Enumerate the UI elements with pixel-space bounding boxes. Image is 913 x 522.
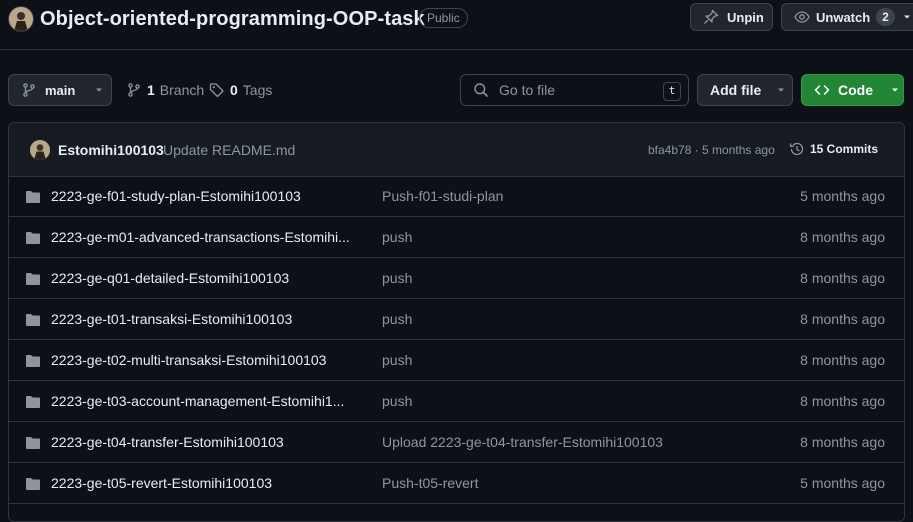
tags-link[interactable]: 0 Tags <box>209 82 272 98</box>
unpin-button[interactable]: Unpin <box>690 3 773 31</box>
git-branch-icon <box>21 82 37 98</box>
file-commit-message-link[interactable]: push <box>382 229 412 245</box>
table-row[interactable]: 2223-ge-t01-transaksi-Estomihi100103 push… <box>9 299 904 340</box>
file-commit-message-link[interactable]: push <box>382 393 412 409</box>
file-commit-age: 8 months ago <box>800 229 885 245</box>
add-file-button[interactable]: Add file <box>697 74 793 106</box>
file-commit-age: 5 months ago <box>800 475 885 491</box>
branch-name: main <box>45 82 76 98</box>
unwatch-button[interactable]: Unwatch 2 <box>781 3 913 31</box>
git-branch-icon <box>126 82 142 98</box>
table-row[interactable]: 2223-ge-q01-detailed-Estomihi100103 push 8… <box>9 258 904 299</box>
file-name-link[interactable]: 2223-ge-t03-account-management-Estomihi1… <box>51 393 344 409</box>
file-commit-age: 8 months ago <box>800 393 885 409</box>
file-commit-age: 8 months ago <box>800 352 885 368</box>
table-row[interactable]: 2223-ge-t03-account-management-Estomihi1… <box>9 381 904 422</box>
eye-icon <box>794 9 810 25</box>
folder-icon <box>25 435 41 451</box>
add-file-label: Add file <box>710 82 762 98</box>
file-commit-message-link[interactable]: push <box>382 270 412 286</box>
file-name-link[interactable]: 2223-ge-t05-revert-Estomihi100103 <box>51 475 272 491</box>
file-commit-message-link[interactable]: Upload 2223-ge-t04-transfer-Estomihi1001… <box>382 434 663 450</box>
owner-avatar[interactable] <box>8 6 34 32</box>
branches-link[interactable]: 1 Branch <box>126 82 204 98</box>
chevron-down-icon <box>901 11 913 23</box>
watch-count: 2 <box>876 8 895 26</box>
file-commit-message-link[interactable]: push <box>382 352 412 368</box>
go-to-file-search[interactable]: t <box>460 74 689 106</box>
code-label: Code <box>838 82 873 98</box>
table-row[interactable]: 2223-ge-t04-transfer-Estomihi100103 Uploa… <box>9 422 904 463</box>
history-icon <box>789 141 805 157</box>
file-name-link[interactable]: 2223-ge-q01-detailed-Estomihi100103 <box>51 270 289 286</box>
search-icon <box>473 82 489 98</box>
file-name-link[interactable]: 2223-ge-t04-transfer-Estomihi100103 <box>51 434 284 450</box>
avatar-image <box>9 7 33 31</box>
commits-history-link[interactable]: 15 Commits <box>789 141 878 157</box>
tag-icon <box>209 82 225 98</box>
file-name-link[interactable]: 2223-ge-m01-advanced-transactions-Estomi… <box>51 229 350 245</box>
file-name-link[interactable]: 2223-ge-f01-study-plan-Estomihi100103 <box>51 188 301 204</box>
table-row[interactable]: 2223-ge-m01-advanced-transactions-Estomi… <box>9 217 904 258</box>
folder-icon <box>25 230 41 246</box>
chevron-down-icon <box>889 84 901 96</box>
file-commit-age: 8 months ago <box>800 434 885 450</box>
file-table: Estomihi100103 Update README.md bfa4b78 … <box>8 122 905 522</box>
file-commit-message-link[interactable]: push <box>382 311 412 327</box>
file-name-link[interactable]: 2223-ge-t01-transaksi-Estomihi100103 <box>51 311 292 327</box>
unwatch-label: Unwatch <box>816 9 871 25</box>
commit-message-link[interactable]: Update README.md <box>163 142 295 158</box>
repo-title[interactable]: Object-oriented-programming-OOP-task <box>40 5 425 33</box>
visibility-badge: Public <box>419 8 468 28</box>
file-name-link[interactable]: 2223-ge-t02-multi-transaksi-Estomihi1001… <box>51 352 326 368</box>
avatar-image <box>30 140 50 160</box>
keyboard-shortcut-hint: t <box>663 82 681 101</box>
file-commit-age: 5 months ago <box>800 188 885 204</box>
table-row[interactable]: 2223-ge-t02-multi-transaksi-Estomihi1001… <box>9 340 904 381</box>
latest-commit-bar: Estomihi100103 Update README.md bfa4b78 … <box>9 123 904 177</box>
tag-count: 0 <box>230 82 238 98</box>
avatar[interactable] <box>30 140 50 160</box>
chevron-down-icon <box>775 84 787 96</box>
table-row[interactable]: 2223-ge-f01-study-plan-Estomihi100103 Pus… <box>9 176 904 217</box>
branch-select-button[interactable]: main <box>8 74 112 106</box>
header-divider <box>0 49 913 50</box>
code-icon <box>814 82 830 98</box>
folder-icon <box>25 394 41 410</box>
pin-icon <box>703 9 719 25</box>
tag-label: Tags <box>242 82 273 98</box>
folder-icon <box>25 189 41 205</box>
commit-hash-time[interactable]: bfa4b78 · 5 months ago <box>648 143 775 157</box>
table-row[interactable]: 2223-ge-t05-revert-Estomihi100103 Push-t0… <box>9 463 904 504</box>
commit-author-link[interactable]: Estomihi100103 <box>58 142 164 158</box>
branch-count: 1 <box>147 82 155 98</box>
folder-icon <box>25 353 41 369</box>
go-to-file-input[interactable] <box>497 81 661 99</box>
chevron-down-icon <box>93 84 105 96</box>
branch-label: Branch <box>159 82 205 98</box>
commits-count-label: 15 Commits <box>810 142 879 156</box>
file-commit-age: 8 months ago <box>800 311 885 327</box>
file-commit-message-link[interactable]: Push-f01-studi-plan <box>382 188 503 204</box>
unpin-label: Unpin <box>727 9 764 25</box>
code-button[interactable]: Code <box>801 74 904 106</box>
file-commit-message-link[interactable]: Push-t05-revert <box>382 475 478 491</box>
folder-icon <box>25 476 41 492</box>
folder-icon <box>25 271 41 287</box>
file-commit-age: 8 months ago <box>800 270 885 286</box>
folder-icon <box>25 312 41 328</box>
